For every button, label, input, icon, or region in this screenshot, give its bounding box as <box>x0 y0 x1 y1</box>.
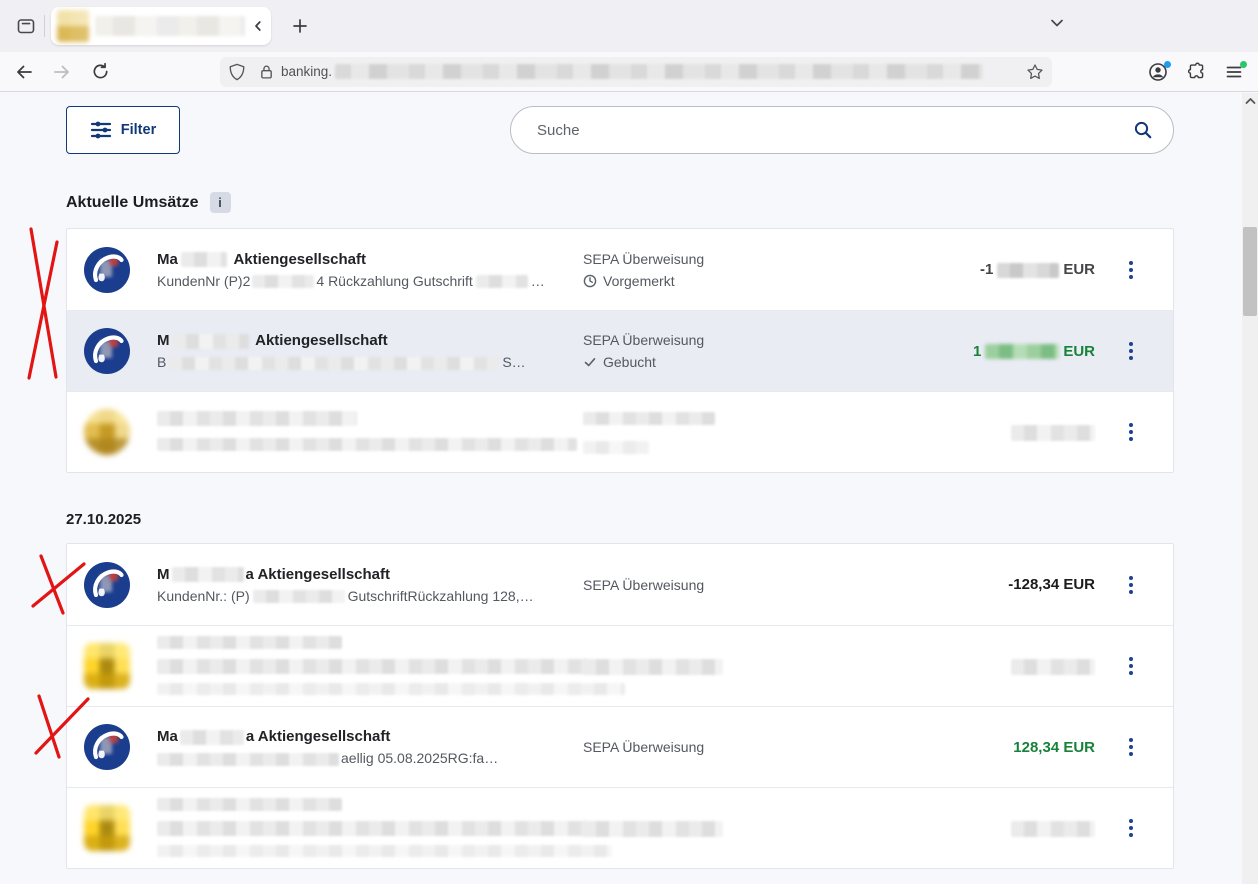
tab-scroll-left-icon[interactable] <box>251 19 265 33</box>
company-logo-yellow <box>84 805 130 851</box>
search-box[interactable] <box>510 106 1174 154</box>
company-logo-blue <box>84 562 130 608</box>
menu-update-badge <box>1240 61 1247 68</box>
date-header: 27.10.2025 <box>66 511 1174 528</box>
company-logo-yellow <box>84 409 130 455</box>
transaction-title: Ma Aktiengesellschaft <box>157 249 583 271</box>
list-all-tabs-chevron-icon[interactable] <box>1048 14 1066 32</box>
forward-button[interactable] <box>46 57 78 87</box>
row-menu-button[interactable] <box>1119 255 1143 285</box>
company-logo-blue <box>84 724 130 770</box>
transaction-title: Ma Aktiengesellschaft <box>157 564 583 586</box>
transaction-subtitle: BS… <box>157 352 583 372</box>
transaction-title: Maa Aktiengesellschaft <box>157 726 583 748</box>
url-text: banking. <box>281 64 332 79</box>
transaction-type: SEPA Überweisung <box>583 736 869 758</box>
banking-page: Filter Aktuelle Umsätze i Ma Aktiengesel… <box>0 92 1258 883</box>
firefox-view-icon[interactable] <box>10 10 42 42</box>
tab-title-redacted <box>95 16 245 36</box>
extensions-button[interactable] <box>1180 57 1212 87</box>
transactions-card-current: Ma Aktiengesellschaft KundenNr (P)24 Rüc… <box>66 228 1174 473</box>
transaction-type: SEPA Überweisung <box>583 574 869 596</box>
transaction-title: M Aktiengesellschaft <box>157 330 583 352</box>
info-badge[interactable]: i <box>210 192 231 213</box>
row-menu-button[interactable] <box>1119 651 1143 681</box>
transaction-amount: 1EUR <box>869 343 1119 360</box>
navigation-bar: banking. <box>0 52 1258 92</box>
back-button[interactable] <box>8 57 40 87</box>
scrollbar-thumb[interactable] <box>1243 227 1257 316</box>
url-redacted <box>335 64 983 79</box>
transaction-type: SEPA Überweisung <box>583 329 869 351</box>
search-icon[interactable] <box>1133 120 1153 140</box>
ssl-lock-icon[interactable] <box>258 63 275 80</box>
transaction-row[interactable]: Ma Aktiengesellschaft KundenNr.: (P)Guts… <box>67 544 1173 625</box>
tab-bar <box>0 0 1258 52</box>
row-menu-button[interactable] <box>1119 813 1143 843</box>
account-sync-badge <box>1164 61 1171 68</box>
url-bar[interactable]: banking. <box>220 57 1052 87</box>
scroll-up-arrow-icon[interactable] <box>1242 93 1258 109</box>
transaction-row-redacted[interactable] <box>67 787 1173 868</box>
tab-separator <box>44 15 45 37</box>
clock-icon <box>583 274 597 288</box>
transaction-subtitle: KundenNr.: (P)GutschriftRückzahlung 128,… <box>157 586 583 606</box>
row-menu-button[interactable] <box>1119 336 1143 366</box>
company-logo-blue <box>84 328 130 374</box>
search-input[interactable] <box>537 122 1133 139</box>
transaction-row-redacted[interactable] <box>67 625 1173 706</box>
transaction-amount: 128,34 EUR <box>869 739 1119 756</box>
row-menu-button[interactable] <box>1119 417 1143 447</box>
bookmark-star-icon[interactable] <box>1026 63 1044 81</box>
company-logo-blue <box>84 247 130 293</box>
transaction-row[interactable]: Ma Aktiengesellschaft KundenNr (P)24 Rüc… <box>67 229 1173 310</box>
transaction-amount-redacted <box>869 423 1119 440</box>
section-title: Aktuelle Umsätze <box>66 194 199 212</box>
browser-tab[interactable] <box>51 7 271 45</box>
transaction-row-redacted[interactable] <box>67 391 1173 472</box>
check-icon <box>583 355 597 369</box>
transaction-amount: -1EUR <box>869 261 1119 278</box>
transaction-subtitle: KundenNr (P)24 Rückzahlung Gutschrift… <box>157 271 583 291</box>
tab-favicon <box>57 10 89 42</box>
transactions-card-dated: Ma Aktiengesellschaft KundenNr.: (P)Guts… <box>66 543 1174 869</box>
transaction-amount: -128,34 EUR <box>869 576 1119 593</box>
account-button[interactable] <box>1142 57 1174 87</box>
transaction-row[interactable]: M Aktiengesellschaft BS… SEPA Überweisun… <box>67 310 1173 391</box>
transaction-type: SEPA Überweisung <box>583 248 869 270</box>
tracking-shield-icon[interactable] <box>228 63 246 81</box>
reload-button[interactable] <box>84 57 116 87</box>
transaction-subtitle: aellig 05.08.2025RG:fa… <box>157 748 583 768</box>
transaction-row[interactable]: Maa Aktiengesellschaft aellig 05.08.2025… <box>67 706 1173 787</box>
filter-sliders-icon <box>90 120 112 140</box>
transaction-amount-redacted <box>869 819 1119 836</box>
row-menu-button[interactable] <box>1119 732 1143 762</box>
filter-button[interactable]: Filter <box>66 106 180 154</box>
transaction-status: Vorgemerkt <box>583 270 869 292</box>
menu-button[interactable] <box>1218 57 1250 87</box>
transaction-status: Gebucht <box>583 351 869 373</box>
page-scrollbar[interactable] <box>1242 93 1258 884</box>
transaction-amount-redacted <box>869 657 1119 674</box>
row-menu-button[interactable] <box>1119 570 1143 600</box>
new-tab-button[interactable] <box>285 11 315 41</box>
company-logo-yellow <box>84 643 130 689</box>
